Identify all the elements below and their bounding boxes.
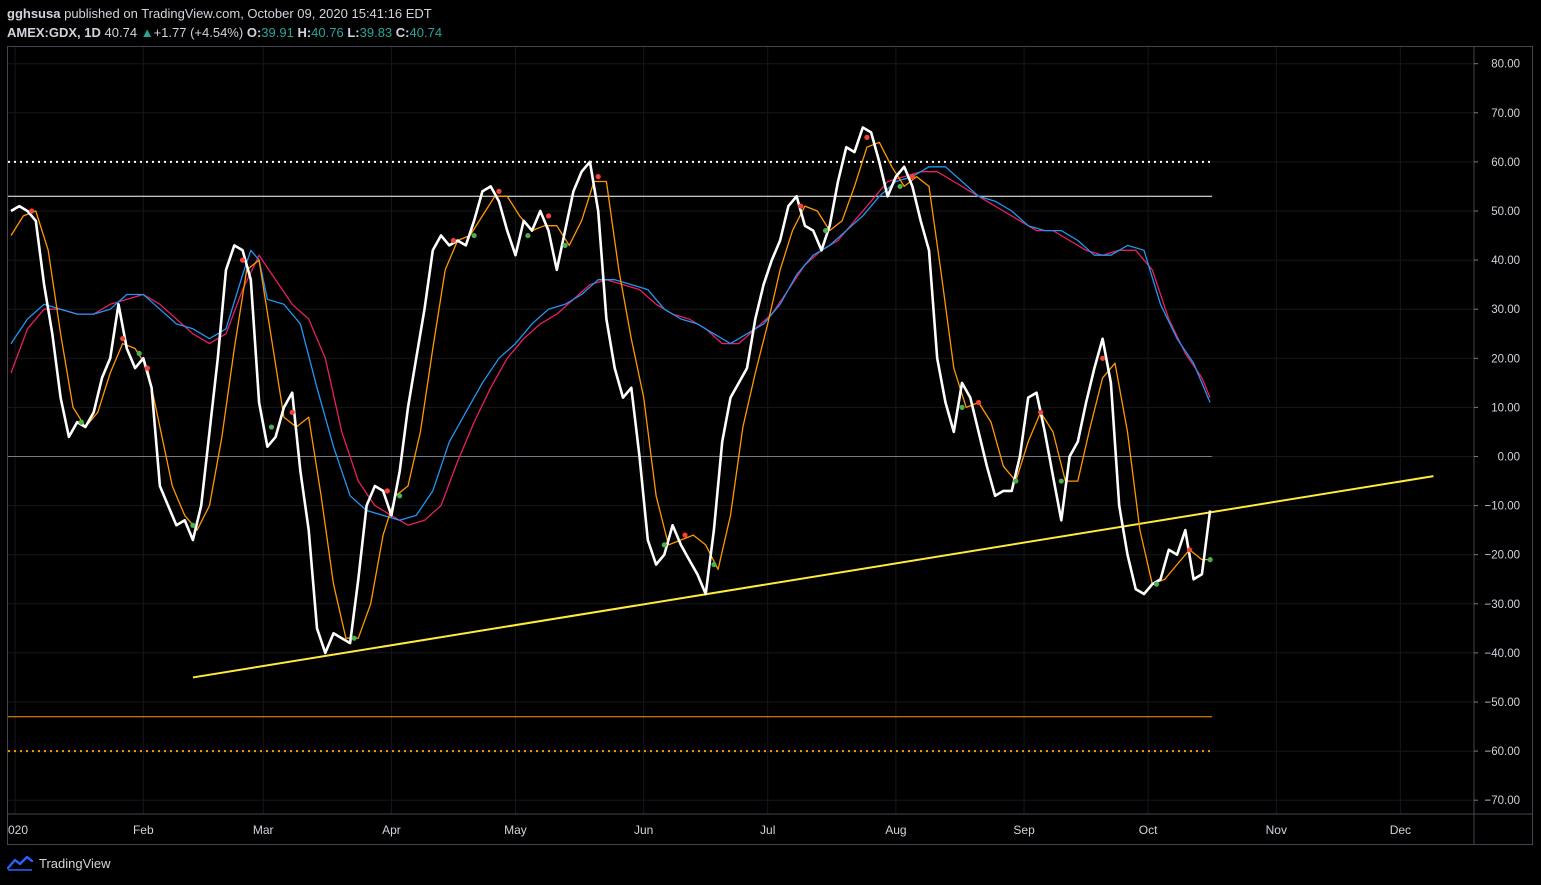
trendline-group xyxy=(192,475,1434,679)
cross-marker xyxy=(1058,478,1064,484)
x-tick-label: Feb xyxy=(133,823,154,837)
cross-marker xyxy=(144,365,151,371)
series-line xyxy=(10,126,1212,655)
series-lines xyxy=(10,126,1212,655)
tradingview-brand: TradingView xyxy=(39,855,111,871)
y-tick-label: −20.00 xyxy=(1485,550,1521,562)
cross-marker xyxy=(897,183,903,190)
cross-marker xyxy=(397,493,403,499)
cross-marker xyxy=(384,488,390,494)
x-tick-label: Apr xyxy=(382,823,401,837)
cross-marker xyxy=(1153,581,1159,587)
cross-marker xyxy=(1013,478,1019,484)
x-tick-label: Nov xyxy=(1266,823,1287,837)
cross-marker xyxy=(78,419,84,425)
cross-marker xyxy=(545,213,552,219)
tradingview-logo[interactable]: TradingView xyxy=(7,855,111,871)
cross-marker xyxy=(661,542,667,548)
cross-marker xyxy=(1186,547,1193,553)
cross-marker xyxy=(909,174,916,180)
y-tick-label: 0.00 xyxy=(1498,452,1520,464)
series-line xyxy=(10,141,1211,639)
cross-marker xyxy=(959,404,965,410)
y-tick-label: 50.00 xyxy=(1491,206,1520,218)
x-tick-label: Dec xyxy=(1390,823,1411,837)
x-tick-label: Aug xyxy=(885,823,906,837)
y-tick-label: −70.00 xyxy=(1485,795,1521,807)
y-tick-label: 80.00 xyxy=(1491,59,1520,71)
y-tick-label: −10.00 xyxy=(1485,501,1521,513)
cross-marker xyxy=(496,188,502,194)
cross-marker xyxy=(351,635,357,641)
cross-marker xyxy=(268,424,275,430)
cross-marker xyxy=(975,399,982,406)
cross-marker xyxy=(864,134,870,140)
y-axis: 80.00 70.00 60.00 50.00 40.00 30.00 20.00 10.00… xyxy=(1474,59,1521,807)
x-tick-label: Jul xyxy=(760,823,775,837)
x-tick-label: Mar xyxy=(253,823,274,837)
cross-marker xyxy=(682,532,688,538)
tradingview-logo-icon xyxy=(7,855,33,871)
cross-marker xyxy=(289,409,295,415)
y-tick-label: 10.00 xyxy=(1491,402,1520,414)
x-tick-label: Jun xyxy=(634,823,653,837)
cross-marker xyxy=(711,561,717,568)
oscillator-chart[interactable]: 80.00 70.00 60.00 50.00 40.00 30.00 20.00 10.00… xyxy=(0,0,1541,885)
y-tick-label: −50.00 xyxy=(1485,697,1521,709)
y-tick-label: −30.00 xyxy=(1485,599,1521,611)
cross-marker xyxy=(1038,409,1044,415)
grid-lines xyxy=(8,47,1533,845)
cross-marker xyxy=(190,522,196,528)
y-tick-label: 30.00 xyxy=(1491,304,1520,316)
x-axis: 020 Feb Mar Apr May Jun Jul Aug Sep Oct Nov Dec xyxy=(8,823,1411,837)
cross-marker xyxy=(1100,355,1106,361)
cross-marker xyxy=(562,242,568,248)
cross-marker xyxy=(525,232,531,239)
cross-marker xyxy=(29,208,35,214)
level-lines xyxy=(8,160,1213,753)
cross-marker xyxy=(595,174,601,180)
y-tick-label: −40.00 xyxy=(1485,648,1521,660)
cross-marker xyxy=(120,336,126,342)
cross-marker xyxy=(1207,557,1213,563)
y-tick-label: −60.00 xyxy=(1485,746,1521,758)
y-tick-label: 70.00 xyxy=(1491,108,1520,120)
y-tick-label: 40.00 xyxy=(1491,255,1520,267)
cross-marker xyxy=(798,203,804,209)
cross-marker xyxy=(471,232,477,239)
trendline xyxy=(192,475,1434,679)
y-tick-label: 60.00 xyxy=(1491,157,1520,169)
cross-marker xyxy=(136,350,142,356)
cross-marker xyxy=(450,237,457,244)
cross-marker xyxy=(822,228,829,234)
x-tick-label: Oct xyxy=(1139,823,1158,837)
cross-marker xyxy=(239,257,246,263)
x-tick-label: 020 xyxy=(8,823,28,837)
x-tick-label: Sep xyxy=(1013,823,1035,837)
y-tick-label: 20.00 xyxy=(1491,353,1520,365)
x-tick-label: May xyxy=(504,823,527,837)
